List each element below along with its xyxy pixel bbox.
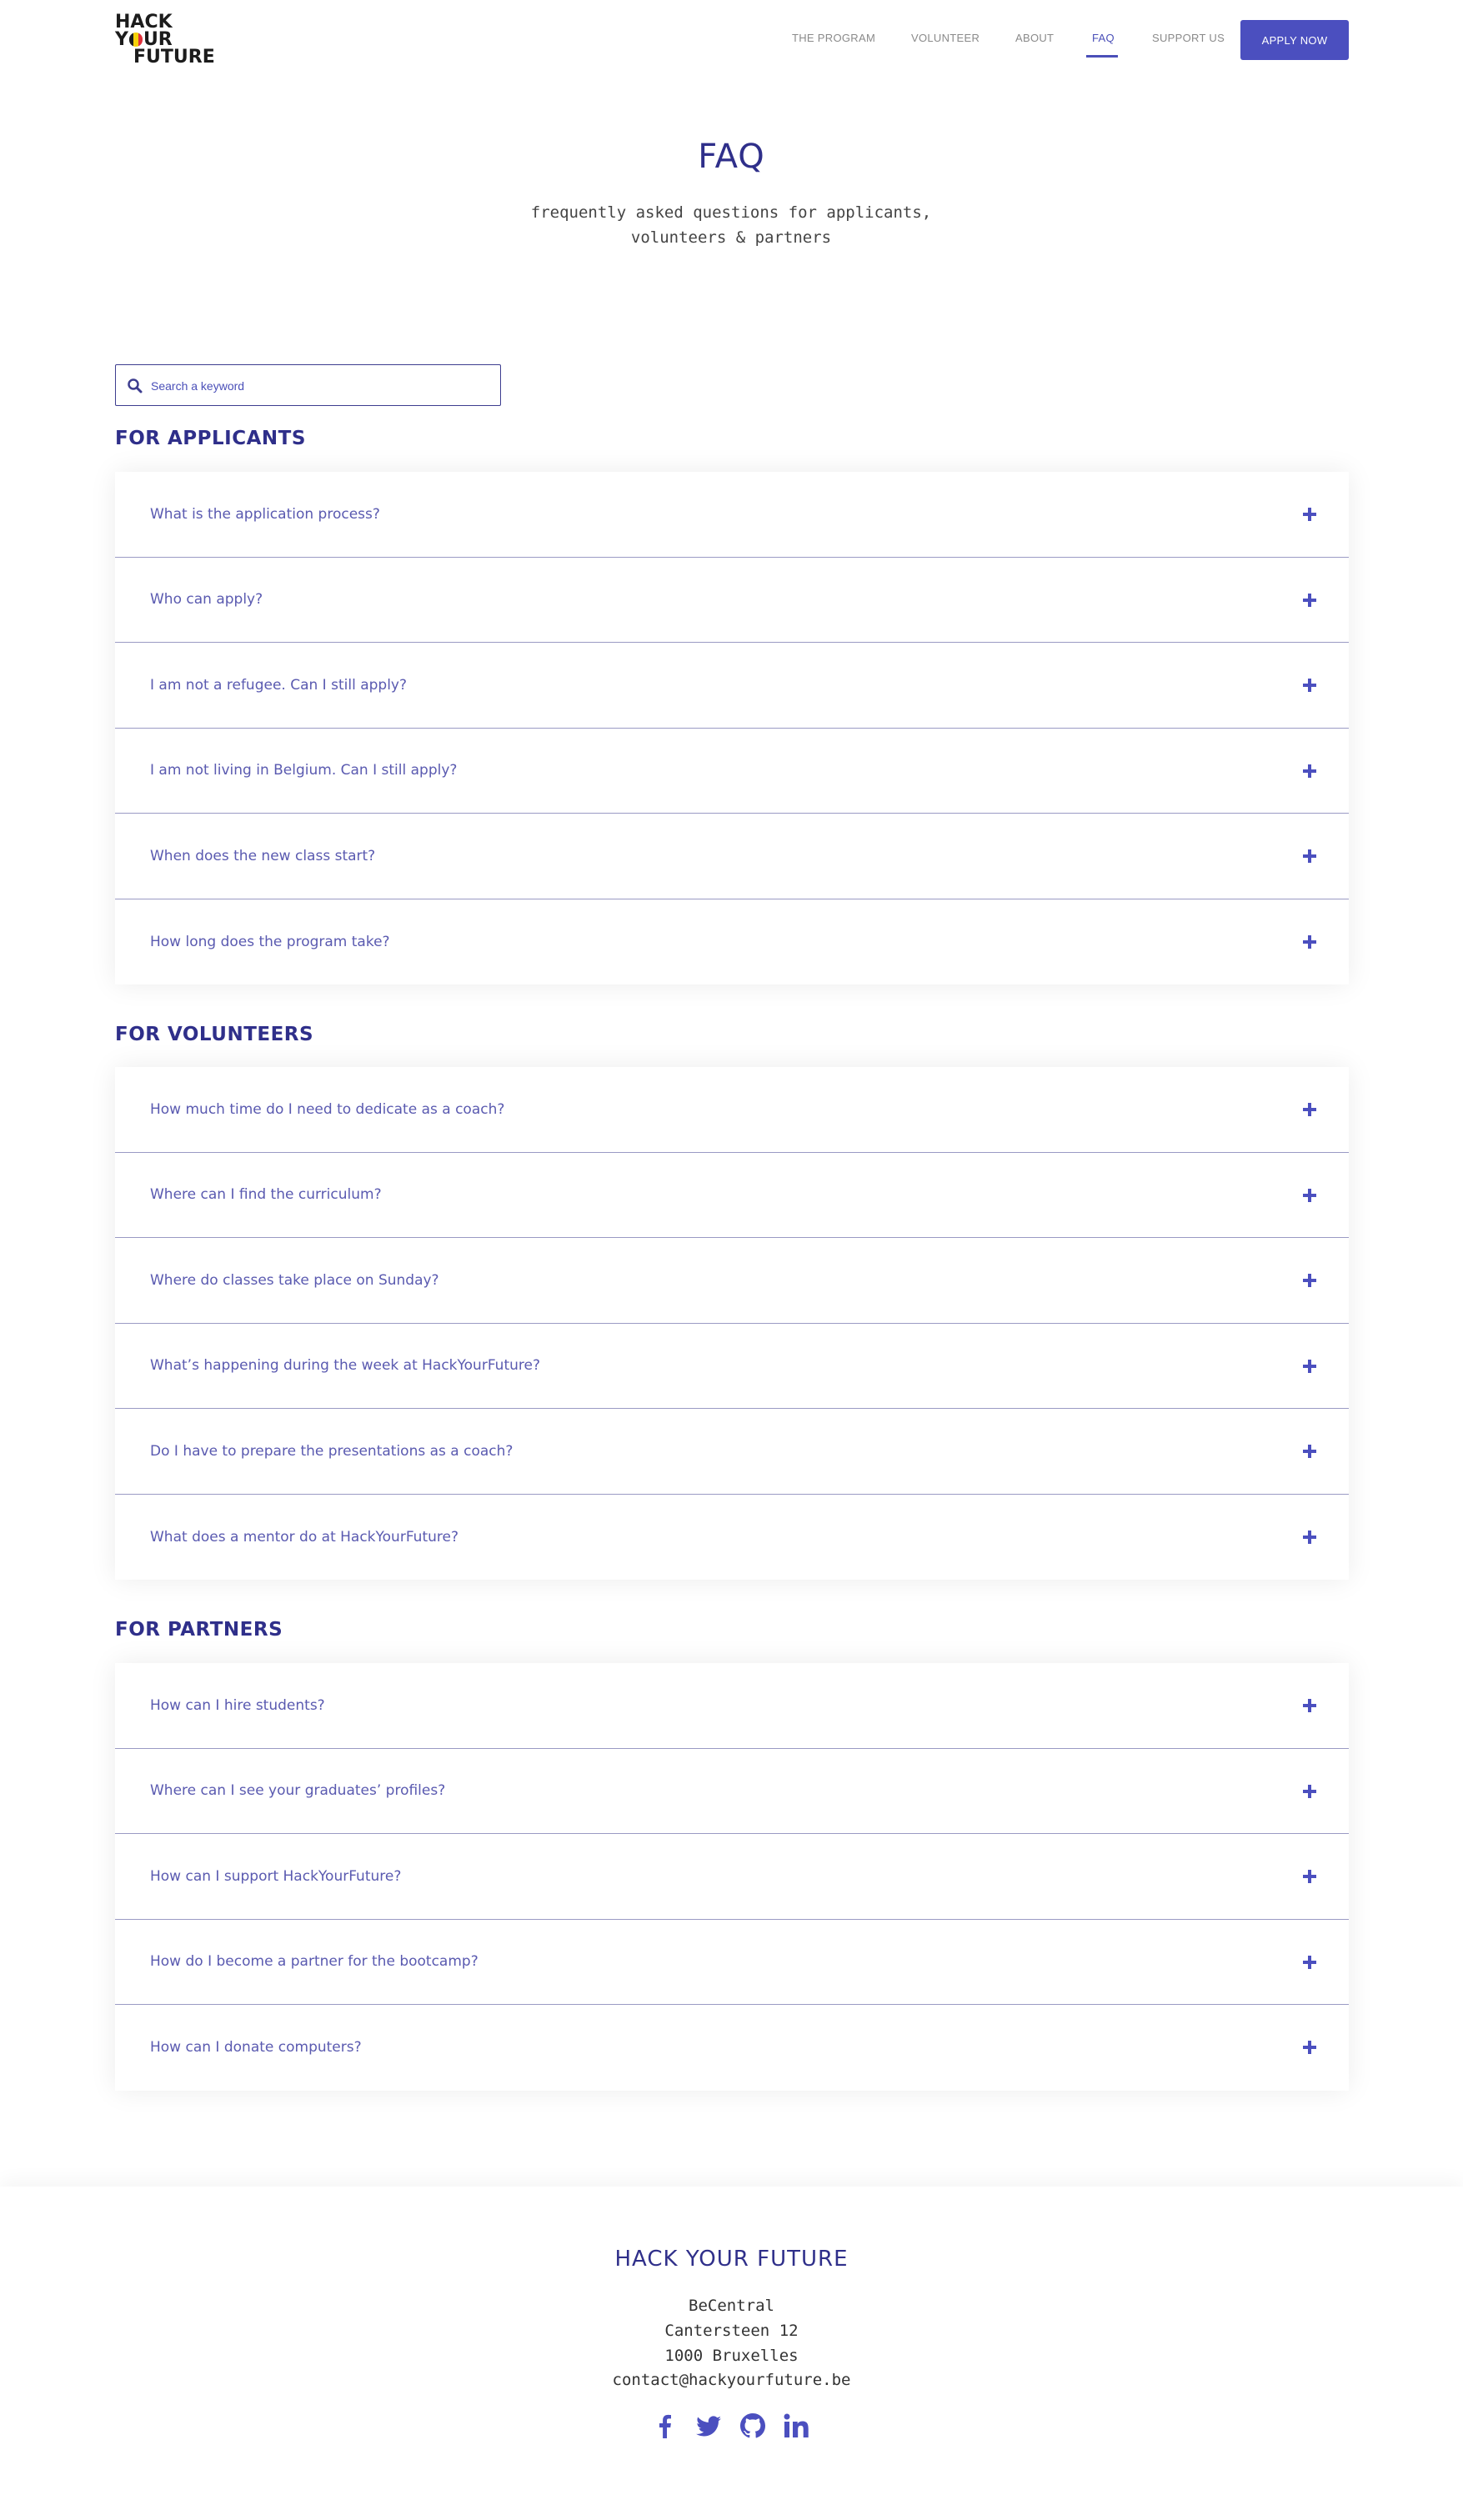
faq-question: What does a mentor do at HackYourFuture?: [150, 1528, 458, 1546]
faq-item[interactable]: Where do classes take place on Sunday?: [115, 1238, 1349, 1324]
plus-icon: [1303, 1530, 1316, 1544]
plus-icon: [1303, 1359, 1316, 1373]
nav-volunteer[interactable]: VOLUNTEER: [911, 32, 980, 44]
subtitle-line-2: volunteers & partners: [630, 228, 832, 247]
section-title-partners: FOR PARTNERS: [115, 1619, 283, 1641]
plus-icon: [1303, 1103, 1316, 1116]
apply-now-button[interactable]: APPLY NOW: [1240, 20, 1349, 60]
plus-icon: [1303, 849, 1316, 863]
page-title: FAQ: [698, 138, 765, 176]
faq-item[interactable]: I am not a refugee. Can I still apply?: [115, 643, 1349, 729]
faq-item[interactable]: How do I become a partner for the bootca…: [115, 1920, 1349, 2005]
faq-question: Where can I find the curriculum?: [150, 1186, 382, 1204]
plus-icon: [1303, 1784, 1316, 1798]
faq-question: What’s happening during the week at Hack…: [150, 1357, 540, 1375]
plus-icon: [1303, 1445, 1316, 1458]
plus-icon: [1303, 1274, 1316, 1287]
faq-question: I am not a refugee. Can I still apply?: [150, 676, 408, 694]
hack-your-future-logo[interactable]: HACK Y UR FUTURE: [115, 13, 223, 68]
plus-icon: [1303, 593, 1316, 607]
footer-address-line-3: 1000 Bruxelles: [664, 2347, 799, 2365]
plus-icon: [1303, 2041, 1316, 2054]
site-footer: HACK YOUR FUTURE BeCentral Cantersteen 1…: [0, 2187, 1463, 2520]
faq-list-partners: How can I hire students? Where can I see…: [115, 1663, 1349, 2091]
facebook-icon[interactable]: [651, 2412, 679, 2442]
faq-item[interactable]: What’s happening during the week at Hack…: [115, 1324, 1349, 1409]
faq-question: When does the new class start?: [150, 847, 376, 864]
subtitle-line-1: frequently asked questions for applicant…: [530, 203, 932, 222]
faq-question: How long does the program take?: [150, 933, 390, 950]
faq-question: How can I hire students?: [150, 1696, 325, 1714]
faq-list-applicants: What is the application process? Who can…: [115, 472, 1349, 984]
faq-question: How much time do I need to dedicate as a…: [150, 1100, 505, 1118]
section-title-applicants: FOR APPLICANTS: [115, 428, 306, 449]
faq-item[interactable]: How long does the program take?: [115, 899, 1349, 985]
faq-item[interactable]: Who can apply?: [115, 558, 1349, 643]
logo-line-3: FUTURE: [133, 47, 215, 68]
faq-item[interactable]: Where can I see your graduates’ profiles…: [115, 1749, 1349, 1834]
logo-line-1: HACK: [115, 12, 173, 33]
faq-item[interactable]: How much time do I need to dedicate as a…: [115, 1067, 1349, 1153]
faq-item[interactable]: How can I hire students?: [115, 1663, 1349, 1749]
faq-question: Who can apply?: [150, 591, 263, 609]
faq-question: Where do classes take place on Sunday?: [150, 1271, 439, 1289]
faq-question: I am not living in Belgium. Can I still …: [150, 762, 458, 779]
footer-address-line-2: Cantersteen 12: [664, 2322, 799, 2340]
faq-list-volunteers: How much time do I need to dedicate as a…: [115, 1067, 1349, 1580]
footer-email[interactable]: contact@hackyourfuture.be: [0, 2371, 1463, 2389]
footer-address-line-1: BeCentral: [689, 2297, 774, 2315]
faq-item[interactable]: How can I support HackYourFuture?: [115, 1834, 1349, 1920]
faq-question: How do I become a partner for the bootca…: [150, 1953, 478, 1971]
faq-question: What is the application process?: [150, 505, 380, 523]
faq-item[interactable]: I am not living in Belgium. Can I still …: [115, 729, 1349, 814]
faq-question: Do I have to prepare the presentations a…: [150, 1442, 514, 1460]
belgian-flag-icon: [128, 33, 143, 47]
nav-faq[interactable]: FAQ: [1092, 32, 1115, 44]
faq-question: How can I donate computers?: [150, 2039, 362, 2057]
plus-icon: [1303, 508, 1316, 521]
plus-icon: [1303, 679, 1316, 692]
faq-item[interactable]: What does a mentor do at HackYourFuture?: [115, 1495, 1349, 1581]
faq-item[interactable]: What is the application process?: [115, 472, 1349, 558]
footer-title: HACK YOUR FUTURE: [614, 2247, 849, 2272]
site-header: HACK Y UR FUTURE THE PROGRAM VOLUNTEER AB…: [0, 0, 1463, 83]
faq-item[interactable]: How can I donate computers?: [115, 2005, 1349, 2091]
page-subtitle: frequently asked questions for applicant…: [481, 200, 981, 250]
linkedin-icon[interactable]: [782, 2412, 810, 2442]
plus-icon: [1303, 1188, 1316, 1202]
logo-line-2: Y UR: [115, 29, 173, 50]
plus-icon: [1303, 764, 1316, 778]
section-title-volunteers: FOR VOLUNTEERS: [115, 1024, 314, 1045]
plus-icon: [1303, 934, 1316, 949]
faq-item[interactable]: Do I have to prepare the presentations a…: [115, 1409, 1349, 1495]
plus-icon: [1303, 1955, 1316, 1969]
faq-question: How can I support HackYourFuture?: [150, 1867, 402, 1885]
nav-the-program[interactable]: THE PROGRAM: [792, 32, 875, 44]
search-box: [115, 364, 501, 406]
nav-active-indicator: [1086, 55, 1118, 58]
search-input[interactable]: [151, 375, 484, 397]
faq-item[interactable]: When does the new class start?: [115, 814, 1349, 899]
twitter-icon[interactable]: [694, 2412, 723, 2442]
github-icon[interactable]: [739, 2412, 767, 2442]
plus-icon: [1303, 1699, 1316, 1712]
faq-item[interactable]: Where can I find the curriculum?: [115, 1153, 1349, 1238]
nav-about[interactable]: ABOUT: [1015, 32, 1054, 44]
faq-question: Where can I see your graduates’ profiles…: [150, 1782, 446, 1800]
search-icon: [128, 378, 143, 393]
plus-icon: [1303, 1870, 1316, 1883]
nav-support-us[interactable]: SUPPORT US: [1152, 32, 1225, 44]
